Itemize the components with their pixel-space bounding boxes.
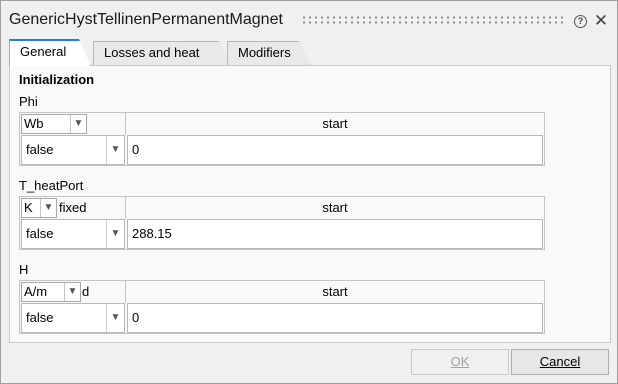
unit-value: Wb bbox=[24, 116, 44, 131]
cancel-button-label: Cancel bbox=[539, 354, 581, 369]
fixed-value: false bbox=[26, 310, 54, 325]
param-label-t-heatport: T_heatPort bbox=[19, 178, 84, 193]
tab-losses-and-heat[interactable]: Losses and heat bbox=[93, 41, 231, 65]
tab-label: General bbox=[20, 44, 67, 59]
param-label-phi: Phi bbox=[19, 94, 38, 109]
ok-button[interactable]: OK bbox=[411, 349, 509, 375]
param-grid-t-heatport: K ▼ fixed start false ▼ 288.15 bbox=[19, 196, 545, 250]
chevron-down-icon: ▼ bbox=[106, 136, 124, 164]
fixed-header-partial: d bbox=[82, 284, 90, 299]
ok-button-label: OK bbox=[450, 354, 470, 369]
unit-select[interactable]: Wb ▼ bbox=[21, 114, 87, 134]
param-label-h: H bbox=[19, 262, 29, 277]
grip-icon[interactable] bbox=[301, 15, 563, 25]
fixed-select[interactable]: false ▼ bbox=[21, 135, 125, 165]
fixed-select[interactable]: false ▼ bbox=[21, 219, 125, 249]
header-left-cell: Wb ▼ bbox=[20, 113, 126, 135]
dialog-window: GenericHystTellinenPermanentMagnet ? ✕ G… bbox=[0, 0, 618, 384]
unit-value: K bbox=[24, 200, 33, 215]
unit-select[interactable]: A/m ▼ bbox=[21, 282, 81, 302]
tab-bar: General Losses and heat Modifiers bbox=[9, 39, 609, 65]
value-row: false ▼ 288.15 bbox=[20, 219, 544, 250]
value-row: false ▼ 0 bbox=[20, 135, 544, 166]
chevron-down-icon: ▼ bbox=[106, 220, 124, 248]
unit-select[interactable]: K ▼ bbox=[21, 198, 57, 218]
unit-value: A/m bbox=[24, 284, 48, 299]
chevron-down-icon: ▼ bbox=[106, 304, 124, 332]
section-heading: Initialization bbox=[19, 72, 95, 87]
fixed-header: fixed bbox=[59, 200, 87, 215]
value-row: false ▼ 0 bbox=[20, 303, 544, 334]
start-input[interactable]: 0 bbox=[127, 135, 543, 165]
cancel-button[interactable]: Cancel bbox=[511, 349, 609, 375]
tab-general[interactable]: General bbox=[9, 39, 91, 66]
fixed-value: false bbox=[26, 142, 54, 157]
chevron-down-icon: ▼ bbox=[64, 283, 80, 301]
general-panel: Initialization Phi Wb ▼ start false ▼ 0 … bbox=[9, 65, 611, 343]
start-input[interactable]: 288.15 bbox=[127, 219, 543, 249]
param-grid-phi: Wb ▼ start false ▼ 0 bbox=[19, 112, 545, 166]
tab-label: Modifiers bbox=[238, 45, 291, 60]
param-grid-h: A/m ▼ d start false ▼ 0 bbox=[19, 280, 545, 334]
tab-label: Losses and heat bbox=[104, 45, 200, 60]
dialog-title: GenericHystTellinenPermanentMagnet bbox=[9, 11, 283, 28]
start-input[interactable]: 0 bbox=[127, 303, 543, 333]
help-icon[interactable]: ? bbox=[574, 15, 587, 28]
close-icon[interactable]: ✕ bbox=[593, 12, 609, 30]
chevron-down-icon: ▼ bbox=[40, 199, 56, 217]
tab-modifiers[interactable]: Modifiers bbox=[227, 41, 311, 65]
start-header: start bbox=[322, 200, 348, 215]
chevron-down-icon: ▼ bbox=[70, 115, 86, 133]
fixed-value: false bbox=[26, 226, 54, 241]
header-left-cell: K ▼ fixed bbox=[20, 197, 126, 219]
start-header: start bbox=[322, 284, 348, 299]
start-header: start bbox=[322, 116, 348, 131]
fixed-select[interactable]: false ▼ bbox=[21, 303, 125, 333]
title-bar[interactable]: GenericHystTellinenPermanentMagnet ? ✕ bbox=[1, 1, 617, 37]
header-left-cell: A/m ▼ d bbox=[20, 281, 126, 303]
